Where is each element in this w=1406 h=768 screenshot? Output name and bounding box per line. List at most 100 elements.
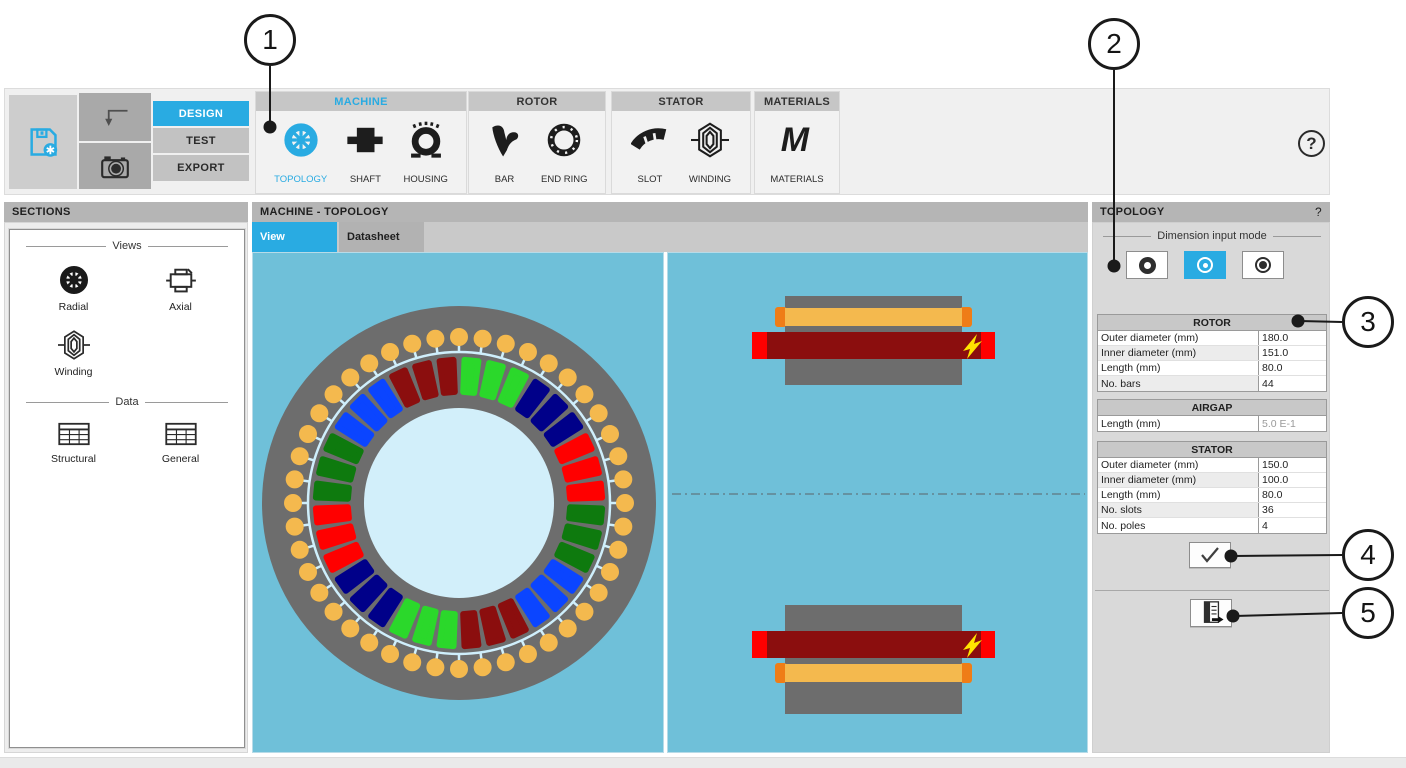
- materials-icon: M: [778, 121, 816, 159]
- row-value-input[interactable]: 150.0: [1258, 458, 1326, 472]
- toolbar-item-winding[interactable]: WINDING: [686, 117, 734, 189]
- table-icon: [57, 420, 91, 448]
- rotor-bar: [575, 385, 593, 403]
- toolbar-item-end-ring[interactable]: END RING: [538, 117, 590, 189]
- group-rotor-title: ROTOR: [469, 92, 605, 111]
- winding-view-icon: [57, 329, 91, 361]
- rotor-bar: [299, 563, 317, 581]
- rotor-bar: [403, 335, 421, 353]
- toolbar-item-topology[interactable]: TOPOLOGY: [271, 117, 330, 189]
- save-button[interactable]: [9, 95, 77, 189]
- stator-slot-coil: [316, 484, 349, 499]
- rotor-bar: [450, 660, 468, 678]
- toolbar-item-label: MATERIALS: [770, 174, 823, 185]
- rotor-bar: [497, 335, 515, 353]
- toolbar-item-bar[interactable]: BAR: [484, 117, 526, 189]
- tab-datasheet[interactable]: Datasheet: [339, 222, 424, 252]
- rotor-bar: [609, 541, 627, 559]
- rotor-bar: [540, 354, 558, 372]
- stator-table-title: STATOR: [1098, 442, 1326, 458]
- dimension-mode-ring-small-dot-button[interactable]: [1184, 251, 1226, 279]
- housing-icon: [407, 121, 445, 159]
- radial-view-canvas[interactable]: [252, 252, 664, 753]
- rotor-bar: [616, 494, 634, 512]
- rotor-bar: [540, 634, 558, 652]
- rotor-bar: [325, 385, 343, 403]
- rotor-bar: [360, 634, 378, 652]
- airgap-table: AIRGAP Length (mm) 5.0 E-1: [1097, 399, 1327, 432]
- snapshot-button[interactable]: [79, 143, 151, 189]
- axial-bottom-stator-coil: [767, 631, 981, 658]
- row-value-input[interactable]: 100.0: [1258, 473, 1326, 487]
- callout-2: 2: [1088, 18, 1140, 70]
- apply-button[interactable]: [1189, 542, 1231, 568]
- sidebar-item-axial[interactable]: Axial: [127, 264, 234, 313]
- row-value-input[interactable]: 180.0: [1258, 331, 1326, 345]
- toolbar-item-materials[interactable]: M MATERIALS: [767, 117, 826, 189]
- sidebar-item-general[interactable]: General: [127, 420, 234, 465]
- row-value-input[interactable]: 4: [1258, 518, 1326, 533]
- help-button[interactable]: ?: [1298, 130, 1325, 157]
- toolbar-item-label: WINDING: [689, 174, 731, 185]
- sections-panel: Views Radial: [4, 222, 248, 753]
- rotor-table: ROTOR Outer diameter (mm) 180.0 Inner di…: [1097, 314, 1327, 392]
- rotor-bar: [426, 330, 444, 348]
- main-view-header: MACHINE - TOPOLOGY: [252, 202, 1088, 222]
- stator-slot-coil: [569, 507, 602, 522]
- rotor-bar: [474, 658, 492, 676]
- row-value-input[interactable]: 44: [1258, 376, 1326, 391]
- panel-help-icon[interactable]: ?: [1315, 205, 1322, 219]
- undo-arrow-icon: [98, 102, 132, 132]
- rotor-bar: [341, 369, 359, 387]
- rotor-bar: [381, 343, 399, 361]
- row-value-readonly: 5.0 E-1: [1258, 416, 1326, 431]
- rotor-bar: [559, 369, 577, 387]
- topology-panel-title: TOPOLOGY: [1100, 206, 1165, 218]
- tab-view[interactable]: View: [252, 222, 337, 252]
- end-ring-icon: [545, 121, 583, 159]
- row-value-input[interactable]: 36: [1258, 503, 1326, 517]
- sidebar-item-label: General: [162, 453, 199, 465]
- toolbar-item-slot[interactable]: SLOT: [628, 117, 672, 189]
- axial-top-coil-end-right: [980, 332, 995, 359]
- table-row: Inner diameter (mm) 100.0: [1098, 473, 1326, 488]
- rotor-bar: [286, 470, 304, 488]
- export-report-button[interactable]: [1190, 599, 1232, 627]
- axial-bottom-rotor-yoke: [785, 682, 962, 714]
- stator-slot-coil: [463, 360, 478, 393]
- axial-bottom-coil-end-right: [980, 631, 995, 658]
- rotor-bar: [403, 653, 421, 671]
- report-export-icon: [1197, 600, 1225, 626]
- axial-machine-drawing: [668, 253, 1089, 754]
- toolbar: DESIGN TEST EXPORT MACHINE TOPOLOGY: [4, 88, 1330, 195]
- row-value-input[interactable]: 151.0: [1258, 346, 1326, 360]
- group-machine: MACHINE TOPOLOGY: [255, 91, 467, 194]
- rotor-bar: [426, 658, 444, 676]
- row-value-input[interactable]: 80.0: [1258, 361, 1326, 375]
- tab-test[interactable]: TEST: [153, 128, 249, 153]
- toolbar-item-shaft[interactable]: SHAFT: [343, 117, 387, 189]
- row-label: Inner diameter (mm): [1098, 473, 1258, 487]
- panel-divider: [1095, 590, 1329, 591]
- row-value-input[interactable]: 80.0: [1258, 488, 1326, 502]
- tab-design[interactable]: DESIGN: [153, 101, 249, 126]
- topology-panel-header: TOPOLOGY ?: [1092, 202, 1330, 222]
- sidebar-item-radial[interactable]: Radial: [20, 264, 127, 313]
- rotor-bar: [325, 603, 343, 621]
- callout-number: 1: [262, 24, 278, 56]
- row-label: No. poles: [1098, 518, 1258, 533]
- main-tabstrip: View Datasheet: [252, 222, 1088, 252]
- sidebar-item-structural[interactable]: Structural: [20, 420, 127, 465]
- axial-view-canvas[interactable]: [667, 252, 1088, 753]
- axial-bottom-stator-core: [785, 605, 962, 631]
- tab-export[interactable]: EXPORT: [153, 155, 249, 181]
- shaft-icon: [346, 121, 384, 159]
- dimension-mode-thick-ring-button[interactable]: [1126, 251, 1168, 279]
- dimension-mode-ring-filled-dot-button[interactable]: [1242, 251, 1284, 279]
- undo-button[interactable]: [79, 93, 151, 141]
- axial-bottom-rotor-bar: [785, 664, 962, 682]
- status-bar: [0, 757, 1406, 768]
- toolbar-item-housing[interactable]: HOUSING: [401, 117, 451, 189]
- sidebar-item-winding[interactable]: Winding: [20, 329, 127, 378]
- rotor-bar: [310, 584, 328, 602]
